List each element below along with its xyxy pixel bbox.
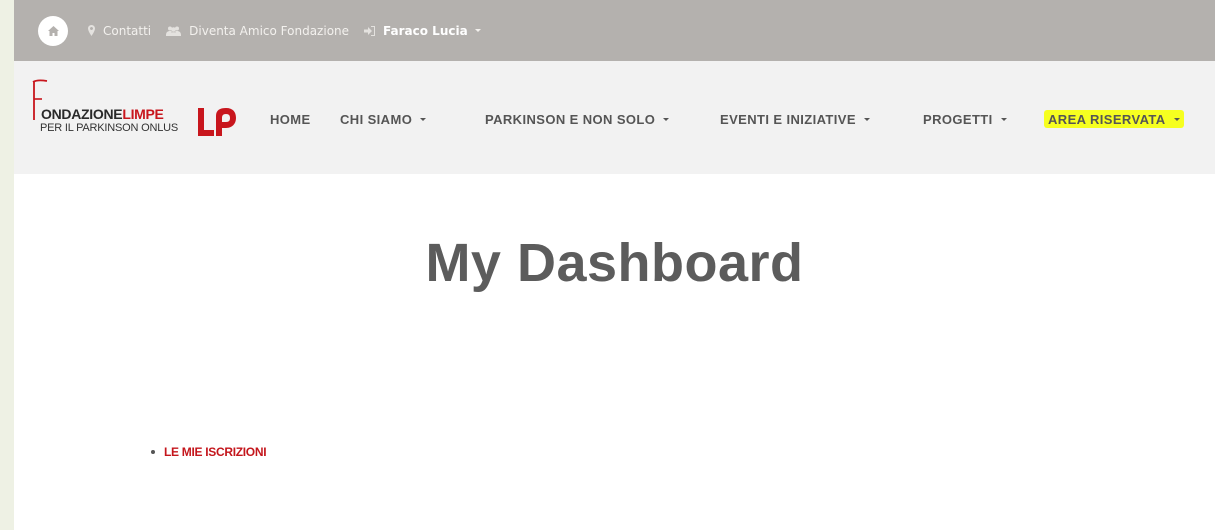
sign-in-icon <box>364 25 376 36</box>
main-nav: HOME CHI SIAMO PARKINSON E NON SOLO EVEN… <box>14 61 1215 174</box>
nav-item-label: HOME <box>270 111 311 127</box>
home-icon <box>47 25 59 36</box>
chevron-down-icon <box>1000 117 1007 121</box>
chevron-down-icon <box>663 117 670 121</box>
nav-item-progetti[interactable]: PROGETTI <box>923 111 1007 127</box>
contacts-link[interactable]: Contatti <box>88 24 151 38</box>
chevron-down-icon <box>420 117 427 121</box>
chevron-down-icon <box>474 29 481 32</box>
nav-item-label: AREA RISERVATA <box>1048 111 1166 127</box>
nav-item-chi-siamo[interactable]: CHI SIAMO <box>340 111 427 127</box>
chevron-down-icon <box>863 117 870 121</box>
user-menu[interactable]: Faraco Lucia <box>364 24 481 38</box>
page-title: My Dashboard <box>425 233 804 293</box>
dashboard-links: LE MIE ISCRIZIONI <box>151 445 267 459</box>
friend-foundation-label: Diventa Amico Fondazione <box>189 23 350 38</box>
home-button[interactable] <box>38 15 68 46</box>
map-pin-icon <box>88 25 95 36</box>
top-bar: Contatti Diventa Amico Fondazione Faraco… <box>14 0 1215 61</box>
header: ONDAZIONELIMPE PER IL PARKINSON ONLUS HO… <box>14 61 1215 174</box>
users-icon <box>166 26 182 36</box>
nav-item-label: PARKINSON E NON SOLO <box>485 111 656 127</box>
contacts-label: Contatti <box>103 23 152 38</box>
friend-foundation-link[interactable]: Diventa Amico Fondazione <box>166 24 349 38</box>
user-name: Faraco Lucia <box>383 23 468 38</box>
list-item: LE MIE ISCRIZIONI <box>151 445 267 459</box>
page: Contatti Diventa Amico Fondazione Faraco… <box>14 0 1215 530</box>
nav-item-label: EVENTI E INIZIATIVE <box>720 111 856 127</box>
my-registrations-link[interactable]: LE MIE ISCRIZIONI <box>164 445 267 459</box>
bullet-icon <box>151 450 155 454</box>
nav-item-parkinson[interactable]: PARKINSON E NON SOLO <box>485 111 670 127</box>
chevron-down-icon <box>1173 117 1180 121</box>
nav-item-label: CHI SIAMO <box>340 111 413 127</box>
nav-item-eventi[interactable]: EVENTI E INIZIATIVE <box>720 111 870 127</box>
nav-item-label: PROGETTI <box>923 111 993 127</box>
nav-item-area-riservata[interactable]: AREA RISERVATA <box>1044 110 1184 128</box>
nav-item-home[interactable]: HOME <box>270 111 311 127</box>
